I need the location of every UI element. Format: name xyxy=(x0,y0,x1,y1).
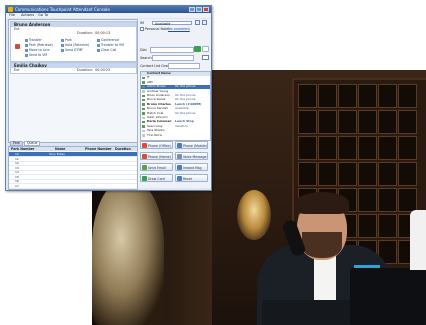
window-title: Communications Touchpoint Attendant Cons… xyxy=(15,7,110,12)
personal-note-checkbox[interactable] xyxy=(140,27,144,31)
call-card-2[interactable]: Emilia Chaikov Ext Duration: 00:00:25 xyxy=(10,62,137,74)
draw-cord-button[interactable]: Draw Cord xyxy=(140,174,173,182)
reset-button[interactable]: Reset xyxy=(175,174,208,182)
settings-icon[interactable] xyxy=(202,20,207,25)
menu-actions[interactable]: Actions xyxy=(21,13,34,17)
phone-office-button[interactable]: Phone (Office) xyxy=(140,141,173,149)
action-send-vm[interactable]: Send to VM xyxy=(25,53,47,57)
attendant-console-window: Communications Touchpoint Attendant Cons… xyxy=(5,5,212,191)
personal-note-label: Personal Note xyxy=(145,27,169,31)
search-icon[interactable] xyxy=(202,55,209,60)
receptionist-hair xyxy=(295,192,349,214)
table-row[interactable]: 17 xyxy=(9,184,137,189)
call-card-1[interactable]: Bruno Anderson Ext Duration: 00:00:13 Tr… xyxy=(10,21,137,62)
log-tabs: Park Queue xyxy=(8,141,136,146)
glass-vase xyxy=(92,180,164,325)
phone-home-button[interactable]: Phone (Home) xyxy=(140,152,173,160)
cord-icon xyxy=(142,176,147,181)
voice-message-button[interactable]: Voice Message xyxy=(175,152,208,160)
call-line: Ext xyxy=(14,27,20,31)
im-label: IM xyxy=(140,21,144,25)
action-move-line[interactable]: Move to Line xyxy=(25,48,49,52)
voicemail-icon xyxy=(177,154,182,159)
calls-pane: Bruno Anderson Ext Duration: 00:00:13 Tr… xyxy=(8,19,138,143)
search-label: Search xyxy=(140,56,152,60)
search-input[interactable] xyxy=(152,55,194,61)
status-dropdown[interactable]: Available xyxy=(152,21,192,26)
menu-file[interactable]: File xyxy=(9,13,15,17)
instant-message-button[interactable]: Instant Msg xyxy=(175,163,208,171)
contact-groups-dropdown[interactable] xyxy=(168,63,200,69)
col-phone[interactable]: Phone Number xyxy=(85,147,112,151)
col-park-number[interactable]: Park Number xyxy=(11,147,34,151)
contact-actions: Phone (Office) Phone (Mobile) Phone (Hom… xyxy=(140,141,209,186)
menu-goto[interactable]: Go To xyxy=(38,13,48,17)
list-item[interactable]: Tino Noris xyxy=(141,133,210,138)
dial-label: Dial xyxy=(140,48,147,52)
duration-label: Duration: xyxy=(77,68,93,72)
col-name[interactable]: Name xyxy=(55,147,65,151)
table-header: Park Number Name Phone Number Duration xyxy=(9,147,137,151)
close-button[interactable] xyxy=(203,7,209,12)
action-send-dtmf[interactable]: Send DTMF xyxy=(61,48,83,52)
duration-value: 00:00:25 xyxy=(95,68,111,72)
action-hold-retrieve[interactable]: Hold (Retrieve) xyxy=(61,43,89,47)
app-icon xyxy=(8,7,13,12)
dial-input[interactable] xyxy=(150,47,194,53)
personal-note-link[interactable]: No comment xyxy=(168,27,190,31)
action-transfer[interactable]: Transfer xyxy=(25,38,42,42)
minimize-button[interactable] xyxy=(189,7,195,12)
call-line: Ext xyxy=(14,68,20,72)
chat-icon xyxy=(177,165,182,170)
guest-figure xyxy=(410,210,426,270)
menu-bar: File Actions Go To xyxy=(6,13,211,18)
home-phone-icon xyxy=(142,154,147,159)
duration-value: 00:00:13 xyxy=(95,31,111,35)
contact-list: Contact Name IT ABC Adam Brown On the pho… xyxy=(140,71,211,141)
status-icon[interactable] xyxy=(195,20,200,25)
mobile-icon xyxy=(177,143,182,148)
contact-list-header: Contact Name xyxy=(141,72,210,76)
hangup-icon[interactable] xyxy=(202,46,209,52)
receptionist-beard xyxy=(302,232,342,258)
maximize-button[interactable] xyxy=(196,7,202,12)
lamp xyxy=(237,190,271,240)
action-conference[interactable]: Conference xyxy=(97,38,119,42)
action-clear-call[interactable]: Clear Call xyxy=(97,48,116,52)
col-duration[interactable]: Duration xyxy=(115,147,131,151)
contacts-pane: IM Available Personal Note No comment Di… xyxy=(137,19,211,188)
email-icon xyxy=(142,165,147,170)
action-transfer-vm[interactable]: Transfer to VM xyxy=(97,43,124,47)
reset-icon xyxy=(177,176,182,181)
phone-icon xyxy=(142,143,147,148)
action-park-retrieve[interactable]: Park (Retrieve) xyxy=(25,43,53,47)
title-bar: Communications Touchpoint Attendant Cons… xyxy=(6,6,211,13)
hold-icon[interactable] xyxy=(15,44,20,49)
call-icon[interactable] xyxy=(194,46,201,52)
action-park[interactable]: Park xyxy=(61,38,72,42)
park-table: Park Number Name Phone Number Duration 1… xyxy=(8,146,138,190)
phone-mobile-button[interactable]: Phone (Mobile) xyxy=(175,141,208,149)
send-email-button[interactable]: Send Email xyxy=(140,163,173,171)
duration-label: Duration: xyxy=(77,31,93,35)
monitor xyxy=(350,268,426,325)
